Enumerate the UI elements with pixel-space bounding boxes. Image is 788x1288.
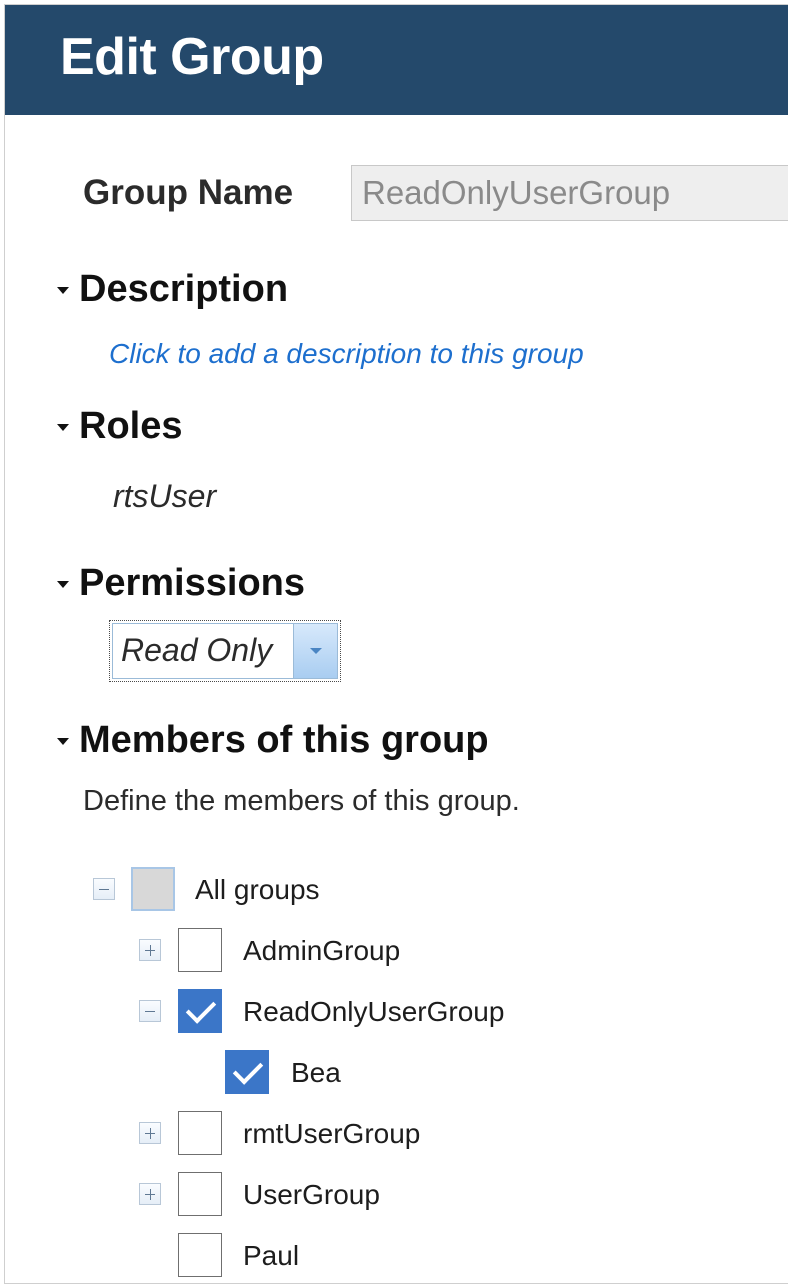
dialog-title: Edit Group bbox=[60, 28, 324, 86]
expand-icon[interactable] bbox=[139, 1122, 161, 1144]
add-description-link[interactable]: Click to add a description to this group bbox=[109, 338, 584, 370]
tree-label-all-groups: All groups bbox=[195, 874, 320, 905]
tree-row-rmtusergroup: rmtUserGroup bbox=[5, 1111, 788, 1155]
caret-down-icon bbox=[57, 424, 69, 431]
roles-value: rtsUser bbox=[113, 478, 217, 514]
group-name-label: Group Name bbox=[83, 173, 294, 212]
tree-label-usergroup: UserGroup bbox=[243, 1179, 380, 1210]
members-heading: Members of this group bbox=[79, 719, 489, 761]
permissions-select[interactable]: Read Only bbox=[109, 620, 341, 682]
expand-icon[interactable] bbox=[139, 1183, 161, 1205]
dropdown-arrow-button[interactable] bbox=[293, 624, 337, 678]
tree-row-paul: Paul bbox=[5, 1233, 788, 1277]
roles-section-toggle[interactable]: Roles bbox=[57, 405, 182, 448]
tree-row-usergroup: UserGroup bbox=[5, 1172, 788, 1216]
caret-down-icon bbox=[57, 287, 69, 294]
expand-icon[interactable] bbox=[139, 939, 161, 961]
description-section-toggle[interactable]: Description bbox=[57, 268, 288, 311]
members-section-toggle[interactable]: Members of this group bbox=[57, 719, 489, 762]
title-bar: Edit Group bbox=[5, 5, 788, 115]
tree-row-all-groups: All groups bbox=[5, 867, 788, 911]
permissions-select-box[interactable]: Read Only bbox=[112, 623, 338, 679]
permissions-selected-value: Read Only bbox=[121, 632, 273, 668]
roles-heading: Roles bbox=[79, 405, 183, 447]
checkbox-all-groups[interactable] bbox=[131, 867, 175, 911]
collapse-icon[interactable] bbox=[139, 1000, 161, 1022]
group-name-input[interactable] bbox=[351, 165, 788, 221]
edit-group-panel: Edit Group Group Name Description Click … bbox=[4, 4, 788, 1284]
chevron-down-icon bbox=[310, 648, 322, 654]
tree-label-bea: Bea bbox=[291, 1057, 341, 1088]
checkbox-rmtusergroup[interactable] bbox=[178, 1111, 222, 1155]
checkbox-admingroup[interactable] bbox=[178, 928, 222, 972]
tree-row-readonlyusergroup: ReadOnlyUserGroup bbox=[5, 989, 788, 1033]
permissions-heading: Permissions bbox=[79, 562, 305, 604]
caret-down-icon bbox=[57, 581, 69, 588]
tree-label-paul: Paul bbox=[243, 1240, 300, 1271]
tree-label-rmtusergroup: rmtUserGroup bbox=[243, 1118, 421, 1149]
checkbox-readonlyusergroup[interactable] bbox=[178, 989, 222, 1033]
members-help-text: Define the members of this group. bbox=[83, 785, 520, 817]
collapse-icon[interactable] bbox=[93, 878, 115, 900]
tree-row-bea: Bea bbox=[5, 1050, 788, 1094]
tree-label-admingroup: AdminGroup bbox=[243, 935, 401, 966]
checkbox-usergroup[interactable] bbox=[178, 1172, 222, 1216]
checkbox-bea[interactable] bbox=[225, 1050, 269, 1094]
tree-row-admingroup: AdminGroup bbox=[5, 928, 788, 972]
permissions-section-toggle[interactable]: Permissions bbox=[57, 562, 305, 605]
tree-label-readonlyusergroup: ReadOnlyUserGroup bbox=[243, 996, 505, 1027]
caret-down-icon bbox=[57, 738, 69, 745]
checkbox-paul[interactable] bbox=[178, 1233, 222, 1277]
description-heading: Description bbox=[79, 268, 289, 310]
